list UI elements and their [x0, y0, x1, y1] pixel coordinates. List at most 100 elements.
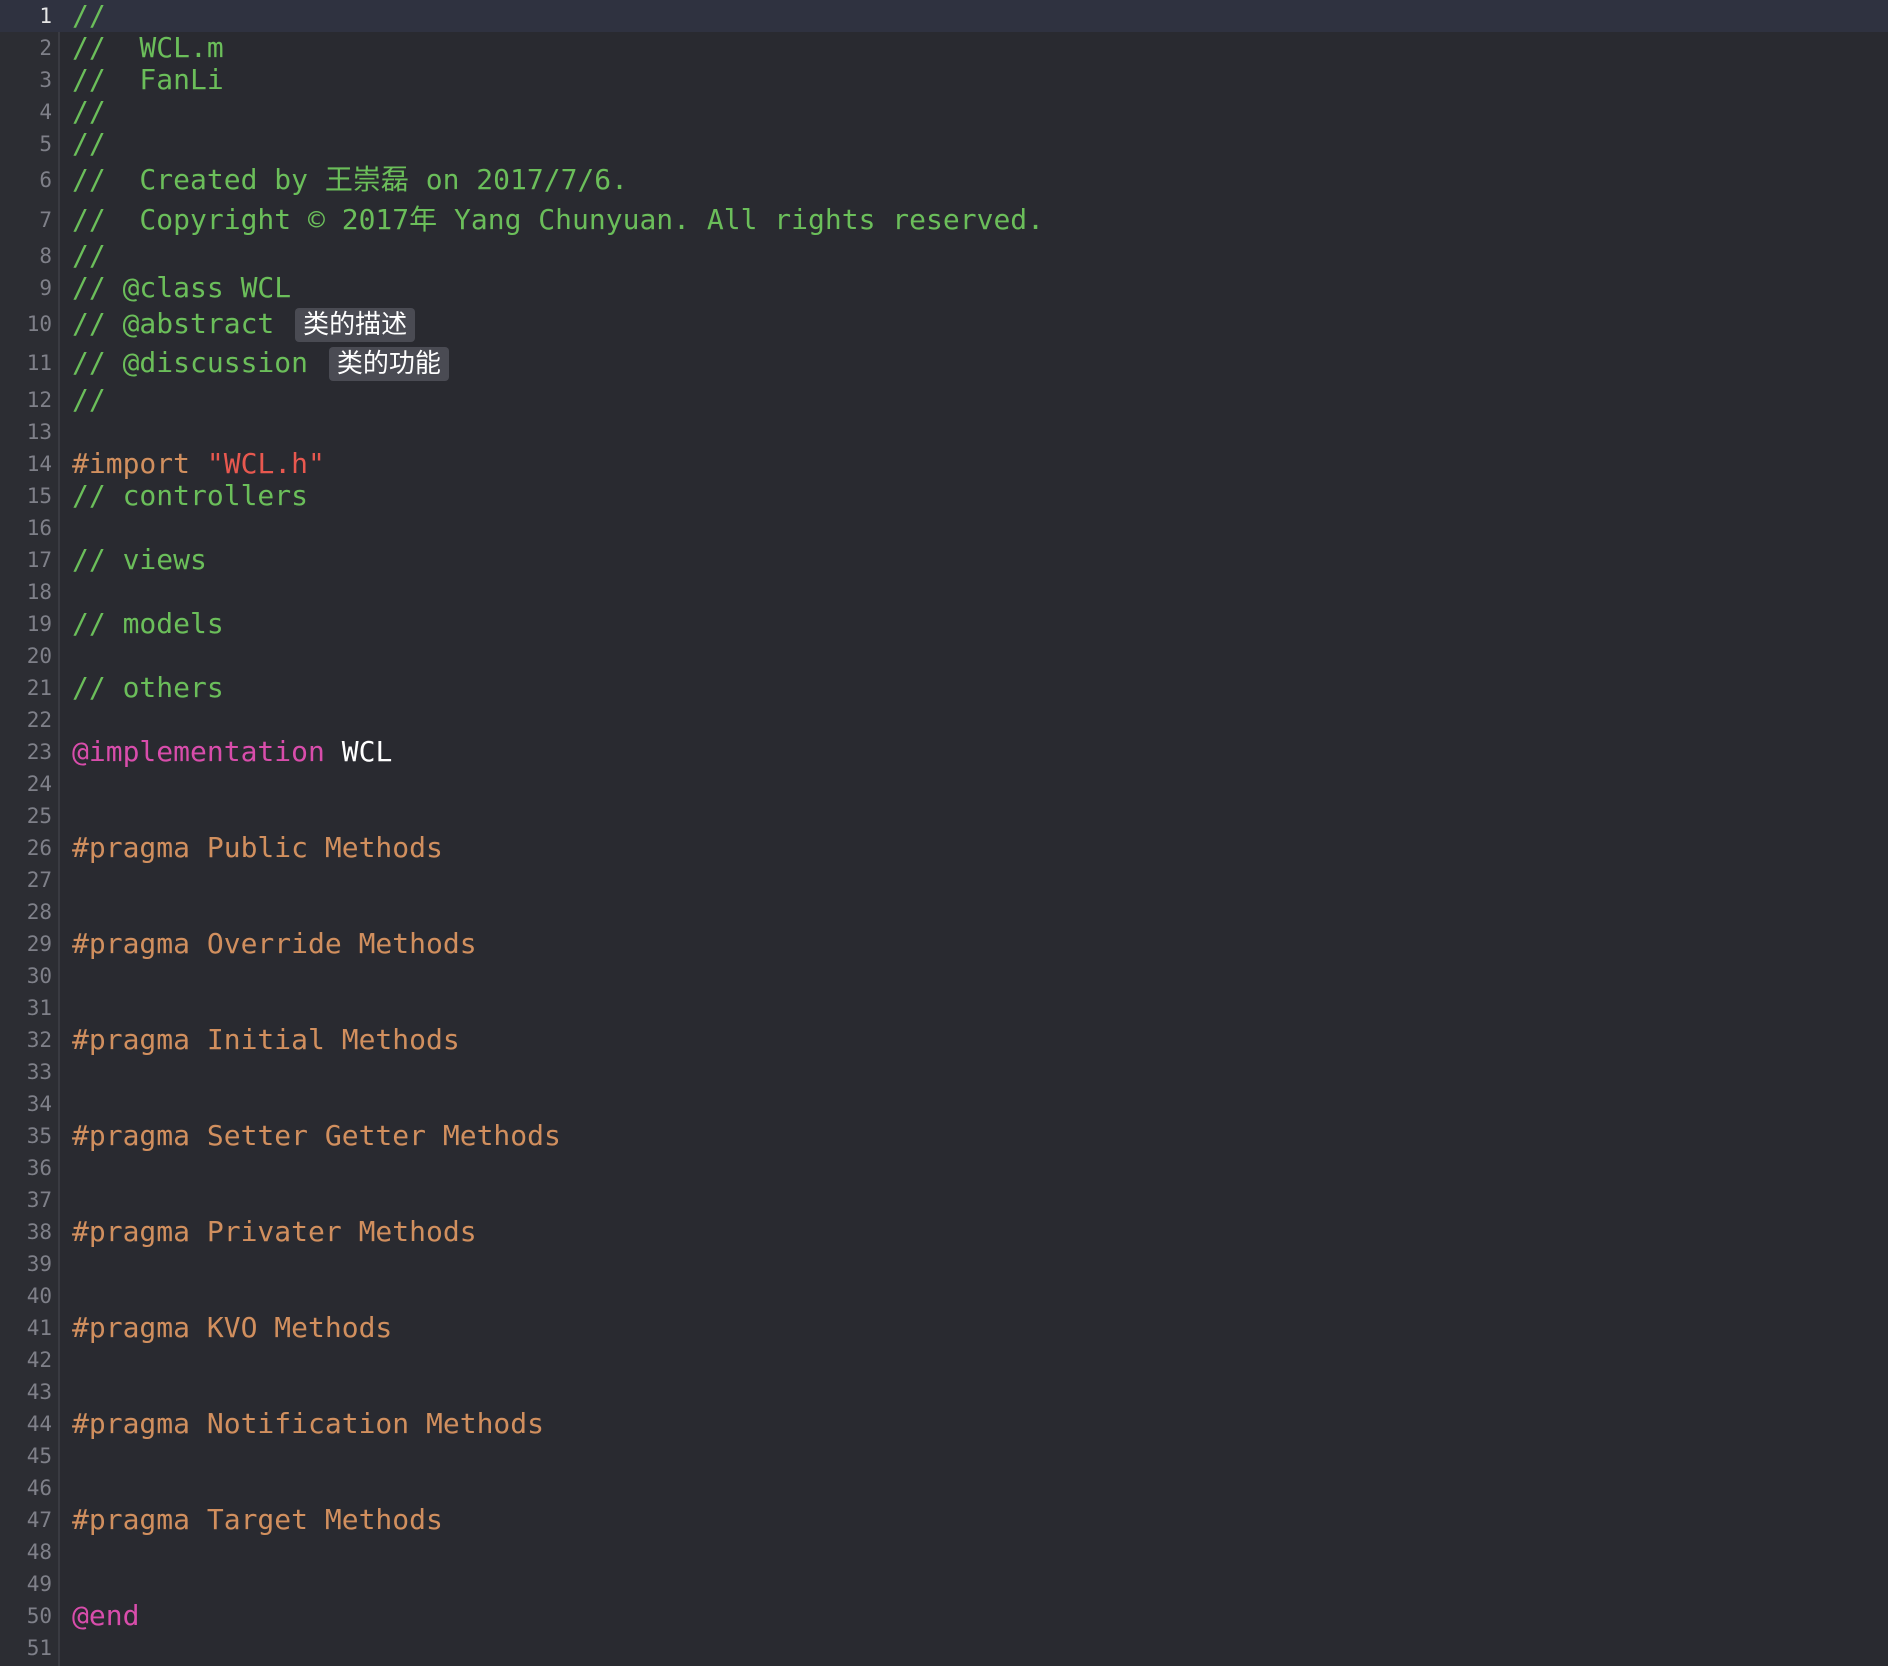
code-line[interactable]: 13: [0, 416, 1888, 448]
code-line[interactable]: 42: [0, 1344, 1888, 1376]
code-line[interactable]: 50 @end: [0, 1600, 1888, 1632]
code-line[interactable]: 46: [0, 1472, 1888, 1504]
pragma-mark: #pragma Initial Methods: [72, 1023, 460, 1056]
comment-text: // controllers: [72, 479, 309, 512]
comment-text: // others: [72, 671, 224, 704]
line-number: 1: [39, 4, 52, 28]
code-line[interactable]: 2 // WCL.m: [0, 32, 1888, 64]
code-line[interactable]: 39: [0, 1248, 1888, 1280]
line-number: 8: [39, 244, 52, 268]
code-line[interactable]: 6 // Created by 王崇磊 on 2017/7/6.: [0, 164, 1888, 196]
code-line[interactable]: 14 #import "WCL.h": [0, 448, 1888, 480]
code-line[interactable]: 12 //: [0, 384, 1888, 416]
code-line[interactable]: 11 // @discussion 类的功能: [0, 345, 1888, 381]
code-line[interactable]: 7 // Copyright © 2017年 Yang Chunyuan. Al…: [0, 204, 1888, 236]
line-number: 33: [26, 1060, 52, 1084]
code-line[interactable]: 43: [0, 1376, 1888, 1408]
line-number: 3: [39, 68, 52, 92]
end-keyword: @end: [72, 1599, 140, 1632]
line-number: 18: [26, 580, 52, 604]
line-number: 38: [26, 1220, 52, 1244]
implementation-statement: @implementation WCL: [72, 736, 392, 768]
code-line[interactable]: 3 // FanLi: [0, 64, 1888, 96]
line-number: 19: [26, 612, 52, 636]
line-number: 45: [26, 1444, 52, 1468]
line-number: 41: [26, 1316, 52, 1340]
line-number: 15: [26, 484, 52, 508]
code-line[interactable]: 23 @implementation WCL: [0, 736, 1888, 768]
code-line[interactable]: 41 #pragma KVO Methods: [0, 1312, 1888, 1344]
pragma-mark: #pragma Privater Methods: [72, 1215, 477, 1248]
comment-text: // models: [72, 607, 224, 640]
line-number: 12: [26, 388, 52, 412]
line-number: 10: [26, 312, 52, 336]
line-number: 49: [26, 1572, 52, 1596]
code-line[interactable]: 24: [0, 768, 1888, 800]
comment-text: //: [72, 0, 106, 32]
code-line[interactable]: 5 //: [0, 128, 1888, 160]
code-line[interactable]: 9 // @class WCL: [0, 272, 1888, 304]
pragma-mark: #pragma Notification Methods: [72, 1407, 545, 1440]
implementation-keyword: @implementation: [72, 735, 325, 768]
line-number: 36: [26, 1156, 52, 1180]
code-line[interactable]: 51: [0, 1632, 1888, 1664]
code-line[interactable]: 45: [0, 1440, 1888, 1472]
line-number: 42: [26, 1348, 52, 1372]
code-line[interactable]: 47 #pragma Target Methods: [0, 1504, 1888, 1536]
placeholder-token[interactable]: 类的功能: [328, 347, 449, 381]
line-number: 29: [26, 932, 52, 956]
code-line[interactable]: 37: [0, 1184, 1888, 1216]
code-line[interactable]: 18: [0, 576, 1888, 608]
code-line[interactable]: 1 //: [0, 0, 1888, 32]
comment-line: // @discussion 类的功能: [72, 345, 449, 381]
comment-text: // views: [72, 543, 207, 576]
code-line[interactable]: 17 // views: [0, 544, 1888, 576]
code-line[interactable]: 34: [0, 1088, 1888, 1120]
line-number: 34: [26, 1092, 52, 1116]
code-line[interactable]: 27: [0, 864, 1888, 896]
line-number: 51: [26, 1636, 52, 1660]
comment-text: //: [72, 95, 106, 128]
code-line[interactable]: 28: [0, 896, 1888, 928]
code-line[interactable]: 22: [0, 704, 1888, 736]
code-line[interactable]: 8 //: [0, 240, 1888, 272]
placeholder-token[interactable]: 类的描述: [295, 308, 416, 342]
code-line[interactable]: 40: [0, 1280, 1888, 1312]
comment-text: // @abstract: [72, 307, 275, 340]
code-line[interactable]: 29 #pragma Override Methods: [0, 928, 1888, 960]
line-number: 20: [26, 644, 52, 668]
pragma-mark: #pragma Setter Getter Methods: [72, 1119, 561, 1152]
class-name: WCL: [341, 735, 393, 768]
code-line[interactable]: 35 #pragma Setter Getter Methods: [0, 1120, 1888, 1152]
line-number: 43: [26, 1380, 52, 1404]
line-number: 16: [26, 516, 52, 540]
code-line[interactable]: 36: [0, 1152, 1888, 1184]
comment-text: //: [72, 239, 106, 272]
code-line[interactable]: 48: [0, 1536, 1888, 1568]
code-line[interactable]: 20: [0, 640, 1888, 672]
code-line[interactable]: 16: [0, 512, 1888, 544]
line-number: 44: [26, 1412, 52, 1436]
code-line[interactable]: 25: [0, 800, 1888, 832]
line-number: 6: [39, 168, 52, 192]
code-line[interactable]: 30: [0, 960, 1888, 992]
line-number: 30: [26, 964, 52, 988]
code-line[interactable]: 32 #pragma Initial Methods: [0, 1024, 1888, 1056]
code-editor[interactable]: 1 // 2 // WCL.m 3 // FanLi 4 // 5 // 6 /…: [0, 0, 1888, 1666]
pragma-mark: #pragma Override Methods: [72, 927, 477, 960]
code-line[interactable]: 38 #pragma Privater Methods: [0, 1216, 1888, 1248]
code-line[interactable]: 49: [0, 1568, 1888, 1600]
code-line[interactable]: 44 #pragma Notification Methods: [0, 1408, 1888, 1440]
code-line[interactable]: 15 // controllers: [0, 480, 1888, 512]
code-line[interactable]: 10 // @abstract 类的描述: [0, 306, 1888, 342]
code-line[interactable]: 33: [0, 1056, 1888, 1088]
code-line[interactable]: 19 // models: [0, 608, 1888, 640]
comment-text: //: [72, 127, 106, 160]
code-line[interactable]: 26 #pragma Public Methods: [0, 832, 1888, 864]
code-line[interactable]: 21 // others: [0, 672, 1888, 704]
code-line[interactable]: 4 //: [0, 96, 1888, 128]
code-line[interactable]: 31: [0, 992, 1888, 1024]
line-number: 17: [26, 548, 52, 572]
import-string: "WCL.h": [206, 447, 325, 480]
comment-text: // @discussion: [72, 346, 309, 379]
